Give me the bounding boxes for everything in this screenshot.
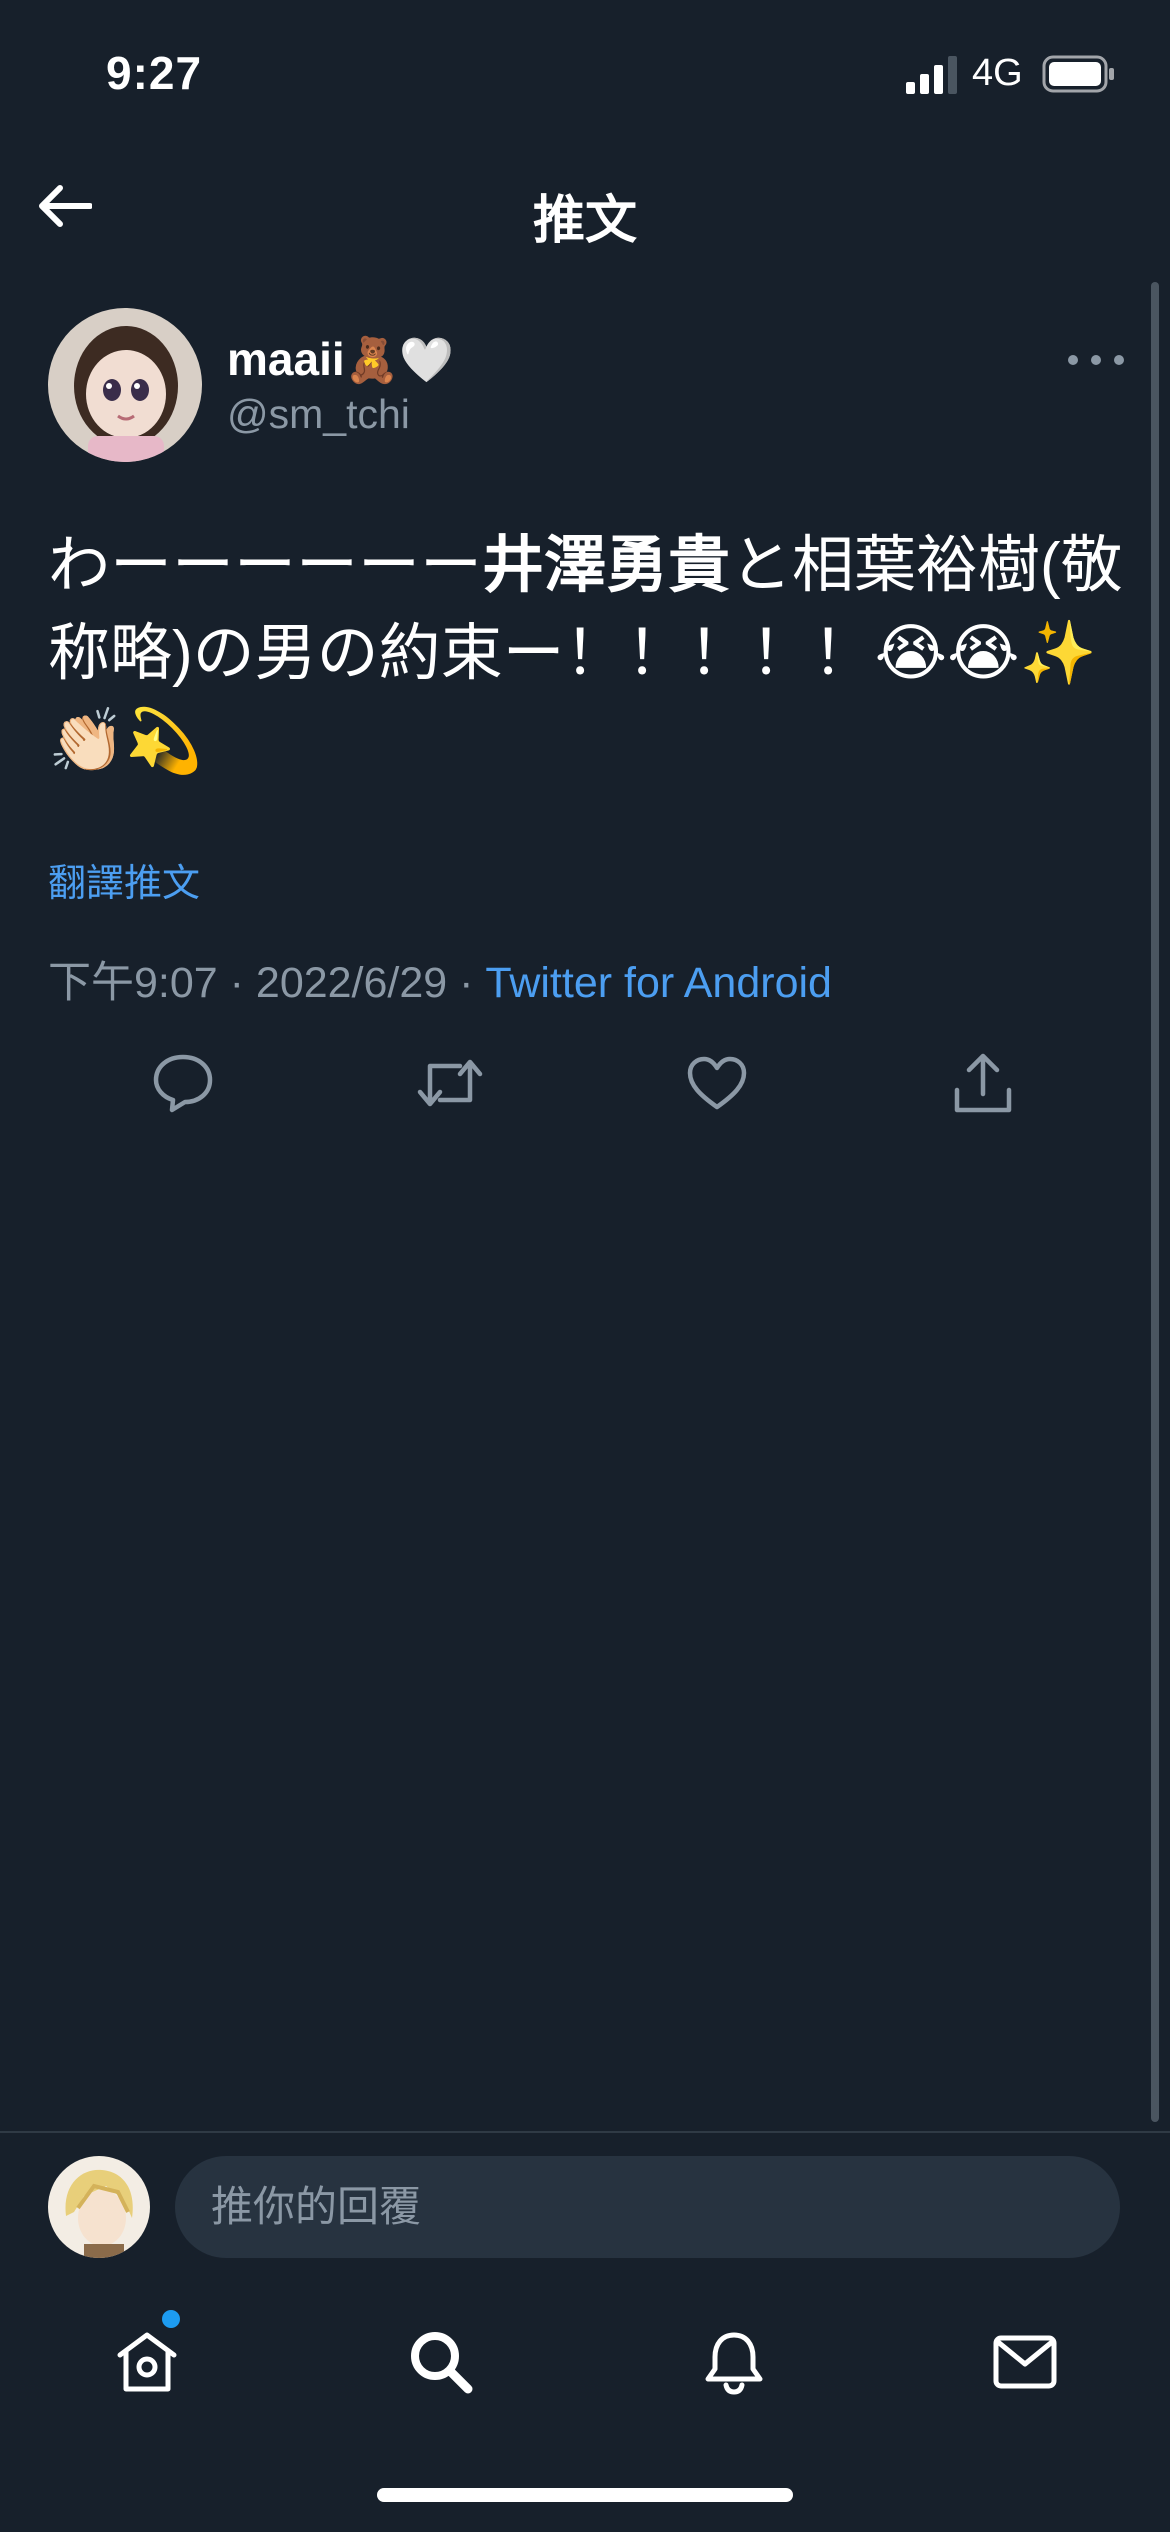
tweet-text-part1: わーーーーーー bbox=[48, 531, 483, 600]
nav-messages[interactable] bbox=[985, 2322, 1065, 2402]
user-avatar[interactable] bbox=[48, 2156, 150, 2258]
page-title: 推文 bbox=[532, 192, 637, 250]
share-icon bbox=[954, 1053, 1012, 1113]
search-icon bbox=[411, 2332, 473, 2394]
arrow-left-icon bbox=[39, 185, 92, 227]
share-button[interactable] bbox=[948, 1048, 1018, 1118]
nav-home[interactable] bbox=[107, 2322, 187, 2402]
more-options-button[interactable] bbox=[1068, 345, 1124, 375]
bell-icon bbox=[705, 2332, 763, 2395]
back-button[interactable] bbox=[30, 176, 98, 236]
network-label: 4G bbox=[972, 52, 1023, 94]
author-avatar[interactable] bbox=[48, 308, 202, 462]
tweet-timestamp: 下午9:07 · 2022/6/29 · bbox=[48, 959, 486, 1007]
status-time: 9:27 bbox=[106, 47, 203, 99]
reply-input[interactable] bbox=[175, 2156, 1120, 2258]
tweet-text-bold: 井澤勇貴 bbox=[482, 531, 731, 600]
display-name-text: maaii bbox=[227, 333, 345, 385]
signal-icon bbox=[906, 56, 957, 94]
battery-icon bbox=[1042, 55, 1114, 93]
avatar-image bbox=[48, 308, 202, 462]
like-button[interactable] bbox=[682, 1048, 752, 1118]
nav-search[interactable] bbox=[401, 2322, 481, 2402]
tweet-source-link[interactable]: Twitter for Android bbox=[485, 959, 832, 1007]
comment-icon bbox=[153, 1054, 213, 1113]
reply-button[interactable] bbox=[148, 1048, 218, 1118]
home-icon bbox=[117, 2332, 177, 2392]
display-name-emoji: 🧸🤍 bbox=[344, 336, 455, 385]
translate-tweet-link[interactable]: 翻譯推文 bbox=[48, 852, 200, 907]
author-handle[interactable]: @sm_tchi bbox=[227, 391, 410, 438]
home-indicator[interactable] bbox=[377, 2488, 793, 2502]
scrollbar[interactable] bbox=[1151, 282, 1159, 2122]
nav-notifications[interactable] bbox=[694, 2322, 774, 2402]
mail-icon bbox=[993, 2335, 1057, 2389]
more-horizontal-icon bbox=[1068, 355, 1078, 365]
unread-indicator bbox=[162, 2310, 180, 2328]
tweet-text: わーーーーーー井澤勇貴と相葉裕樹(敬称略)の男の約束ー！！！！！😭😭✨👏🏻💫 bbox=[48, 522, 1128, 786]
tweet-metadata: 下午9:07 · 2022/6/29 · Twitter for Android bbox=[48, 948, 832, 1010]
avatar-image bbox=[48, 2156, 150, 2258]
author-display-name[interactable]: maaii🧸🤍 bbox=[227, 332, 454, 386]
heart-icon bbox=[687, 1056, 747, 1110]
retweet-icon bbox=[417, 1059, 483, 1107]
retweet-button[interactable] bbox=[415, 1048, 485, 1118]
divider bbox=[0, 2131, 1170, 2133]
